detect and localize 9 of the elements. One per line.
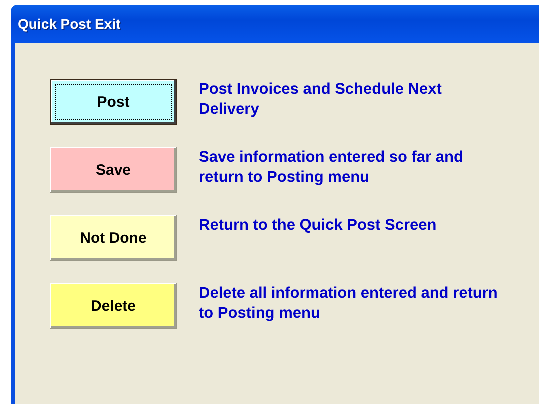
option-description: Delete all information entered and return to Posting menu bbox=[199, 284, 499, 324]
option-button[interactable]: Save bbox=[50, 147, 177, 193]
option-button[interactable]: Not Done bbox=[50, 215, 177, 261]
option-description: Save information entered so far and return to Posting menu bbox=[199, 148, 464, 188]
option-description: Post Invoices and Schedule Next Delivery bbox=[199, 80, 443, 120]
option-button[interactable]: Delete bbox=[50, 283, 177, 329]
option-button[interactable]: Post bbox=[50, 79, 177, 125]
option-description: Return to the Quick Post Screen bbox=[199, 216, 438, 236]
window-title: Quick Post Exit bbox=[18, 16, 121, 32]
